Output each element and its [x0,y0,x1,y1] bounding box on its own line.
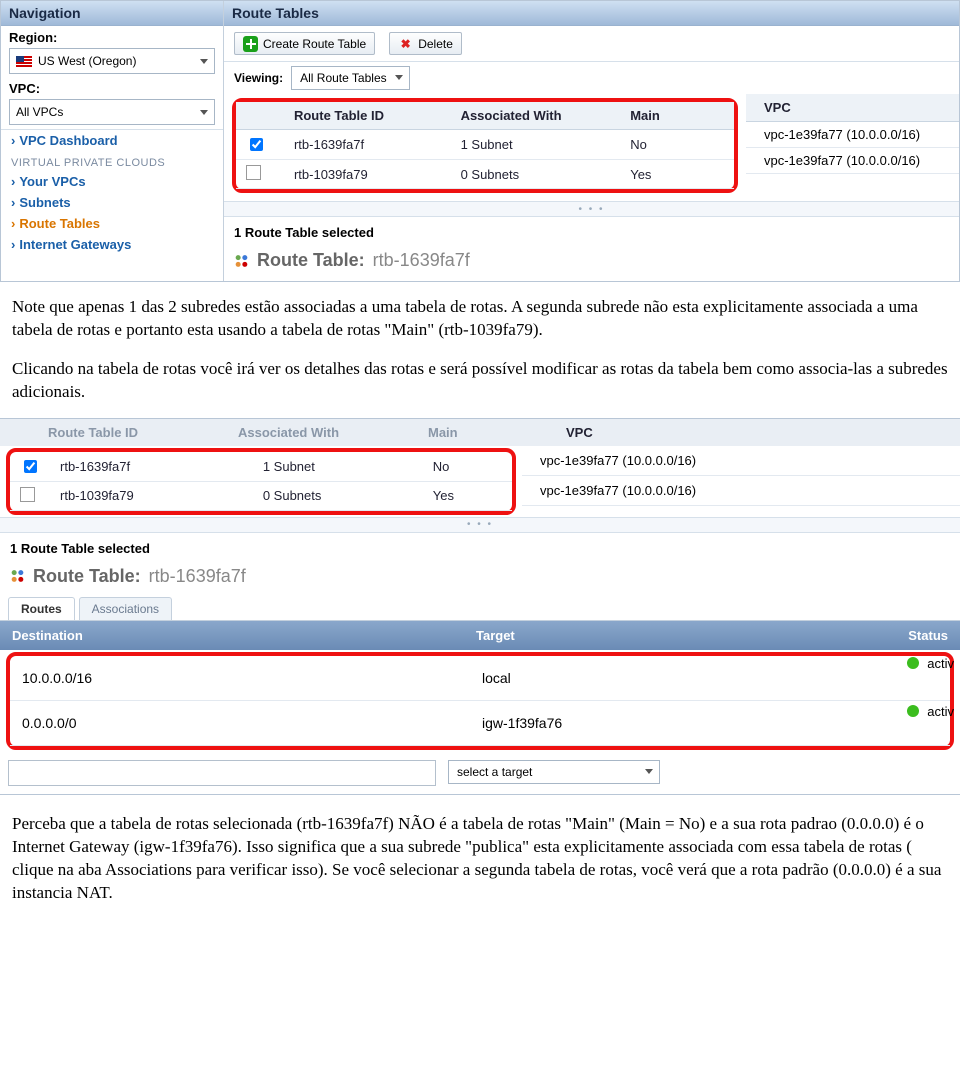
navigation-sidebar: Navigation Region: US West (Oregon) VPC:… [1,1,224,281]
route-table-icon [234,253,249,268]
status-dot-icon [907,705,919,717]
highlight-box: Route Table ID Associated With Main rtb-… [232,98,738,193]
routes-table: 10.0.0.0/16 local 0.0.0.0/0 igw-1f39fa76 [10,656,950,746]
selection-header: 1 Route Table selected [224,217,959,248]
col-vpc: VPC [746,94,959,122]
table-row[interactable]: rtb-1639fa7f 1 Subnet No [236,130,734,160]
delete-button[interactable]: ✖ Delete [389,32,462,55]
vpc-label: VPC: [1,77,223,96]
doc-paragraph: Clicando na tabela de rotas você irá ver… [0,348,960,410]
table-header-row: Route Table ID Associated With Main [236,102,734,130]
splitter-handle[interactable]: • • • [0,517,960,533]
create-route-table-button[interactable]: Create Route Table [234,32,375,55]
tab-associations[interactable]: Associations [79,597,172,620]
route-tables-grid: rtb-1639fa7f 1 Subnet No rtb-1039fa79 0 … [10,452,512,511]
target-dropdown[interactable]: select a target [448,760,660,784]
route-row: 10.0.0.0/16 local [10,656,950,701]
region-dropdown[interactable]: US West (Oregon) [9,48,215,74]
table-row[interactable]: rtb-1039fa79 0 Subnets Yes [236,160,734,189]
route-table-icon [10,569,25,584]
splitter-handle[interactable]: • • • [224,201,959,217]
routes-header: Destination Target Status [0,621,960,650]
cell-vpc: vpc-1e39fa77 (10.0.0.0/16) [522,476,960,506]
nav-link-route-tables[interactable]: ›Route Tables [1,213,223,234]
toolbar: Create Route Table ✖ Delete [224,26,959,62]
tab-routes[interactable]: Routes [8,597,75,620]
route-table-header: Route Table: rtb-1639fa7f [224,248,959,281]
region-label: Region: [1,26,223,45]
table-row[interactable]: rtb-1639fa7f 1 Subnet No [10,452,512,482]
delete-icon: ✖ [398,36,413,51]
chevron-down-icon [200,110,208,115]
viewing-bar: Viewing: All Route Tables [224,62,959,94]
main-panel: Route Tables Create Route Table ✖ Delete… [224,1,959,281]
cell-vpc: vpc-1e39fa77 (10.0.0.0/16) [746,122,959,148]
us-flag-icon [16,56,32,67]
aws-console-detail: Route Table ID Associated With Main VPC … [0,418,960,795]
route-row: 0.0.0.0/0 igw-1f39fa76 [10,700,950,745]
aws-console-top: Navigation Region: US West (Oregon) VPC:… [0,0,960,282]
cell-vpc: vpc-1e39fa77 (10.0.0.0/16) [522,446,960,476]
tabs: Routes Associations [0,597,960,620]
route-table-header: Route Table: rtb-1639fa7f [0,564,960,597]
vpc-dropdown[interactable]: All VPCs [9,99,215,125]
highlight-box: rtb-1639fa7f 1 Subnet No rtb-1039fa79 0 … [6,448,516,515]
region-value: US West (Oregon) [38,54,136,68]
status-dot-icon [907,657,919,669]
main-title: Route Tables [224,1,959,26]
nav-title: Navigation [1,1,223,26]
highlight-box: 10.0.0.0/16 local 0.0.0.0/0 igw-1f39fa76 [6,652,954,750]
selection-header: 1 Route Table selected [0,533,960,564]
nav-link-dashboard[interactable]: ›VPC Dashboard [1,130,223,151]
table-row[interactable]: rtb-1039fa79 0 Subnets Yes [10,481,512,510]
row-checkbox[interactable] [250,138,263,151]
route-tables-grid: Route Table ID Associated With Main rtb-… [236,102,734,189]
row-checkbox[interactable] [24,460,37,473]
status-cell: activ [907,656,954,671]
doc-paragraph: Perceba que a tabela de rotas selecionad… [0,795,960,911]
nav-link-subnets[interactable]: ›Subnets [1,192,223,213]
nav-link-internet-gateways[interactable]: ›Internet Gateways [1,234,223,255]
row-checkbox[interactable] [246,165,261,180]
viewing-label: Viewing: [234,71,283,85]
chevron-down-icon [200,59,208,64]
cell-vpc: vpc-1e39fa77 (10.0.0.0/16) [746,148,959,174]
destination-input[interactable] [8,760,436,786]
nav-link-your-vpcs[interactable]: ›Your VPCs [1,171,223,192]
nav-section-header: VIRTUAL PRIVATE CLOUDS [1,151,223,171]
vpc-value: All VPCs [16,105,63,119]
row-checkbox[interactable] [20,487,35,502]
doc-paragraph: Note que apenas 1 das 2 subredes estão a… [0,282,960,348]
plus-icon [243,36,258,51]
status-cell: activ [907,704,954,719]
viewing-dropdown[interactable]: All Route Tables [291,66,410,90]
